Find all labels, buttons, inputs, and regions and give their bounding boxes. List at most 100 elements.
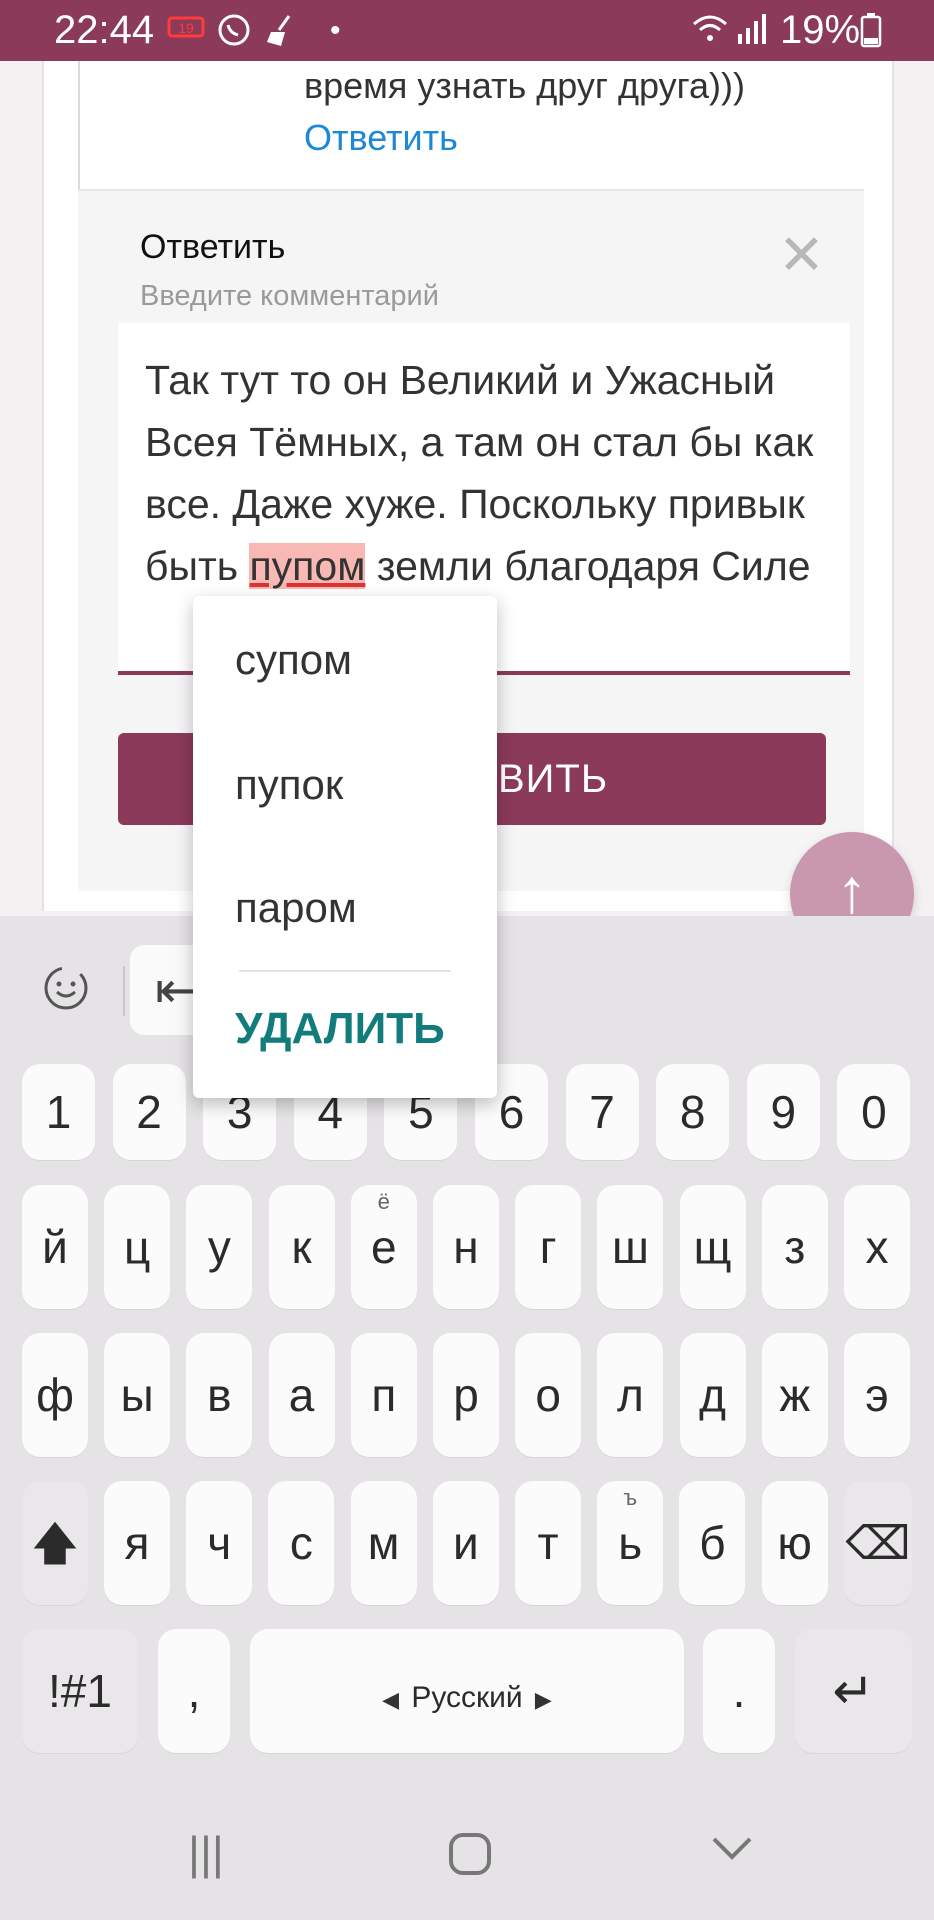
key-label: 8 bbox=[679, 1086, 706, 1138]
key-7[interactable]: 7 bbox=[565, 1064, 639, 1160]
key-label: ь bbox=[618, 1517, 643, 1569]
signal-icon bbox=[734, 12, 768, 54]
key-letter[interactable]: ьъ bbox=[597, 1481, 664, 1605]
key-label: м bbox=[367, 1517, 400, 1569]
key-letter[interactable]: р bbox=[433, 1333, 499, 1457]
key-label: х bbox=[865, 1221, 889, 1273]
key-letter[interactable]: ч bbox=[186, 1481, 253, 1605]
key-letter[interactable]: и bbox=[432, 1481, 499, 1605]
close-icon[interactable]: ✕ bbox=[778, 227, 825, 283]
key-letter[interactable]: с bbox=[268, 1481, 335, 1605]
key-letter[interactable]: ы bbox=[104, 1333, 171, 1457]
key-letter[interactable]: б bbox=[679, 1481, 746, 1605]
key-8[interactable]: 8 bbox=[656, 1064, 730, 1160]
key-letter[interactable]: х bbox=[844, 1185, 910, 1309]
status-bar: 22:44 19 • 19% bbox=[0, 0, 934, 61]
enter-key[interactable]: ↵ bbox=[795, 1629, 912, 1753]
key-label: д bbox=[699, 1369, 727, 1421]
wifi-icon bbox=[690, 12, 730, 54]
key-letter[interactable]: л bbox=[597, 1333, 664, 1457]
key-letter[interactable]: я bbox=[104, 1481, 170, 1605]
key-letter[interactable]: щ bbox=[679, 1185, 746, 1309]
key-label: . bbox=[732, 1665, 746, 1717]
key-label: ы bbox=[120, 1369, 154, 1421]
key-1[interactable]: 1 bbox=[22, 1064, 95, 1160]
suggestion-item[interactable]: пупок bbox=[235, 761, 343, 809]
key-label: 1 bbox=[45, 1086, 72, 1138]
key-0[interactable]: 0 bbox=[837, 1064, 911, 1160]
arrow-left-bar-icon: ⇤ bbox=[155, 962, 197, 1018]
enter-icon: ↵ bbox=[832, 1663, 875, 1719]
toolbar-divider bbox=[123, 966, 125, 1016]
key-9[interactable]: 9 bbox=[746, 1064, 820, 1160]
comma-key[interactable]: , bbox=[158, 1629, 230, 1753]
key-label: , bbox=[187, 1665, 201, 1717]
key-letter[interactable]: г bbox=[515, 1185, 582, 1309]
key-label: с bbox=[289, 1517, 313, 1569]
language-label: Русский bbox=[411, 1681, 523, 1714]
key-label: р bbox=[453, 1369, 479, 1421]
broom-icon bbox=[263, 12, 299, 56]
key-letter[interactable]: ю bbox=[761, 1481, 828, 1605]
key-letter[interactable]: в bbox=[186, 1333, 253, 1457]
key-letter[interactable]: ф bbox=[22, 1333, 88, 1457]
key-label: н bbox=[453, 1221, 479, 1273]
key-letter[interactable]: з bbox=[761, 1185, 828, 1309]
home-icon[interactable] bbox=[448, 1832, 492, 1887]
backspace-icon: ⌫ bbox=[845, 1517, 911, 1569]
key-letter[interactable]: п bbox=[350, 1333, 417, 1457]
battery-icon bbox=[860, 12, 882, 56]
key-alt-label: ъ bbox=[623, 1485, 638, 1510]
key-letter[interactable]: ц bbox=[104, 1185, 171, 1309]
key-label: ш bbox=[611, 1221, 649, 1273]
key-label: 9 bbox=[770, 1086, 797, 1138]
clock: 22:44 bbox=[54, 8, 155, 52]
chevron-right-icon: ▶ bbox=[522, 1687, 552, 1712]
key-label: ф bbox=[36, 1369, 74, 1421]
key-letter[interactable]: й bbox=[22, 1185, 88, 1309]
key-letter[interactable]: у bbox=[186, 1185, 253, 1309]
key-label: з bbox=[784, 1221, 806, 1273]
key-label: э bbox=[865, 1369, 889, 1421]
key-letter[interactable]: ж bbox=[761, 1333, 828, 1457]
shift-key[interactable]: 🡅 bbox=[22, 1481, 88, 1605]
key-letter[interactable]: н bbox=[433, 1185, 499, 1309]
key-letter[interactable]: т bbox=[515, 1481, 581, 1605]
key-label: г bbox=[539, 1221, 557, 1273]
comment-text: время узнать друг друга))) bbox=[304, 65, 745, 106]
comment-input-text[interactable]: Так тут то он Великий и Ужасный Всея Тём… bbox=[145, 349, 845, 597]
key-label: п bbox=[371, 1369, 397, 1421]
key-alt-label: ё bbox=[377, 1189, 390, 1214]
suggestion-item[interactable]: паром bbox=[235, 884, 357, 932]
key-label: ж bbox=[779, 1369, 811, 1421]
key-2[interactable]: 2 bbox=[112, 1064, 186, 1160]
reply-link[interactable]: Ответить bbox=[304, 117, 458, 159]
key-letter[interactable]: ш bbox=[597, 1185, 664, 1309]
back-icon[interactable] bbox=[710, 1826, 754, 1880]
period-key[interactable]: . bbox=[703, 1629, 775, 1753]
key-letter[interactable]: её bbox=[350, 1185, 417, 1309]
delete-word-button[interactable]: УДАЛИТЬ bbox=[235, 1004, 445, 1054]
key-label: е bbox=[371, 1221, 397, 1273]
suggestion-item[interactable]: супом bbox=[235, 636, 352, 684]
key-letter[interactable]: а bbox=[268, 1333, 335, 1457]
key-label: 2 bbox=[136, 1086, 162, 1138]
chevron-left-icon: ◀ bbox=[382, 1687, 412, 1712]
key-letter[interactable]: д bbox=[679, 1333, 746, 1457]
backspace-key[interactable]: ⌫ bbox=[844, 1481, 912, 1605]
reply-form-title: Ответить bbox=[140, 228, 286, 266]
symbols-key[interactable]: !#1 bbox=[22, 1629, 138, 1753]
key-letter[interactable]: э bbox=[844, 1333, 910, 1457]
key-letter[interactable]: м bbox=[350, 1481, 417, 1605]
key-label: я bbox=[124, 1517, 150, 1569]
key-letter[interactable]: о bbox=[515, 1333, 582, 1457]
whatsapp-icon bbox=[216, 12, 252, 56]
recent-apps-icon[interactable]: ||| bbox=[188, 1826, 224, 1880]
misspelled-word[interactable]: пупом bbox=[249, 543, 366, 589]
key-letter[interactable]: к bbox=[268, 1185, 335, 1309]
key-label: в bbox=[207, 1369, 232, 1421]
space-key[interactable]: ◀ Русский ▶ bbox=[250, 1629, 684, 1753]
key-label: а bbox=[288, 1369, 315, 1421]
key-label: б bbox=[699, 1517, 726, 1569]
emoji-sync-icon[interactable] bbox=[38, 960, 94, 1029]
